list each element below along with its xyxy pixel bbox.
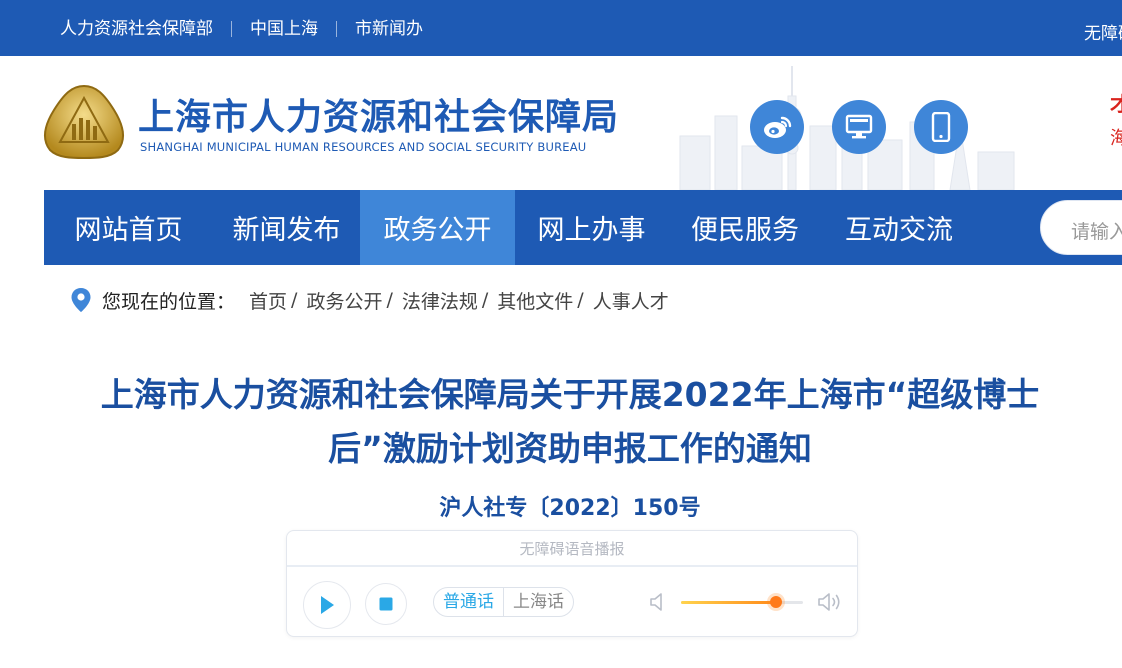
weibo-icon [764, 116, 792, 138]
breadcrumb-laws[interactable]: 法律法规 [402, 287, 478, 314]
weibo-button[interactable] [750, 100, 804, 154]
top-links: 人力资源社会保障部 中国上海 市新闻办 [60, 19, 423, 39]
edge-slogan-char: 才 [1110, 92, 1122, 116]
document-number: 沪人社专〔2022〕150号 [439, 496, 701, 521]
accessible-audio-player: 无障碍语音播报 普通话 上海话 [286, 530, 858, 637]
breadcrumb-other-documents[interactable]: 其他文件 [497, 287, 573, 314]
bureau-emblem-logo[interactable] [42, 84, 126, 160]
nav-item-government-affairs[interactable]: 政务公开 [360, 190, 515, 265]
volume-knob[interactable] [770, 596, 783, 608]
top-link-mohrss[interactable]: 人力资源社会保障部 [60, 19, 213, 39]
breadcrumb-government-affairs[interactable]: 政务公开 [306, 287, 382, 314]
volume-low-icon[interactable] [649, 591, 665, 613]
nav-item-news[interactable]: 新闻发布 [213, 190, 360, 265]
top-link-news-office[interactable]: 市新闻办 [355, 19, 423, 39]
top-bar: 人力资源社会保障部 中国上海 市新闻办 无障碍 [0, 0, 1122, 56]
divider [231, 21, 232, 37]
desktop-version-button[interactable] [832, 100, 886, 154]
main-nav: 网站首页 新闻发布 政务公开 网上办事 便民服务 互动交流 [44, 190, 1122, 265]
site-header: 上海市人力资源和社会保障局 SHANGHAI MUNICIPAL HUMAN R… [0, 56, 1122, 190]
mobile-icon [931, 112, 951, 142]
nav-item-online-services[interactable]: 网上办事 [515, 190, 668, 265]
nav-item-home[interactable]: 网站首页 [44, 190, 213, 265]
article-title: 上海市人力资源和社会保障局关于开展2022年上海市“超级博士后”激励计划资助申报… [100, 375, 1040, 468]
accessibility-link[interactable]: 无障碍 [1084, 19, 1122, 44]
player-heading: 无障碍语音播报 [287, 531, 857, 567]
breadcrumb-personnel[interactable]: 人事人才 [593, 287, 669, 314]
shanghainese-option[interactable]: 上海话 [504, 588, 573, 616]
breadcrumb-home[interactable]: 首页 [249, 287, 287, 314]
location-pin-icon [71, 288, 91, 312]
desktop-icon [845, 114, 873, 139]
volume-slider[interactable] [681, 596, 803, 608]
site-title[interactable]: 上海市人力资源和社会保障局 [138, 88, 619, 140]
search-input[interactable]: 请输入 [1040, 200, 1122, 255]
top-link-china-shanghai[interactable]: 中国上海 [250, 19, 318, 39]
stop-icon [379, 597, 393, 611]
breadcrumb-label: 您现在的位置： [102, 290, 236, 313]
site-subtitle: SHANGHAI MUNICIPAL HUMAN RESOURCES AND S… [140, 140, 587, 154]
volume-high-icon[interactable] [817, 591, 843, 613]
search-placeholder: 请输入 [1071, 221, 1122, 243]
breadcrumb: 您现在的位置： 首页 / 政务公开 / 法律法规 / 其他文件 / 人事人才 [70, 287, 669, 313]
mobile-version-button[interactable] [914, 100, 968, 154]
play-button[interactable] [303, 581, 351, 629]
nav-item-public-services[interactable]: 便民服务 [668, 190, 822, 265]
mandarin-option[interactable]: 普通话 [434, 588, 504, 616]
divider [336, 21, 337, 37]
play-icon [321, 596, 334, 614]
edge-slogan-char: 海 [1110, 128, 1122, 149]
nav-item-interaction[interactable]: 互动交流 [822, 190, 976, 265]
dialect-toggle: 普通话 上海话 [433, 587, 574, 617]
volume-fill [681, 601, 777, 604]
stop-button[interactable] [365, 583, 407, 625]
